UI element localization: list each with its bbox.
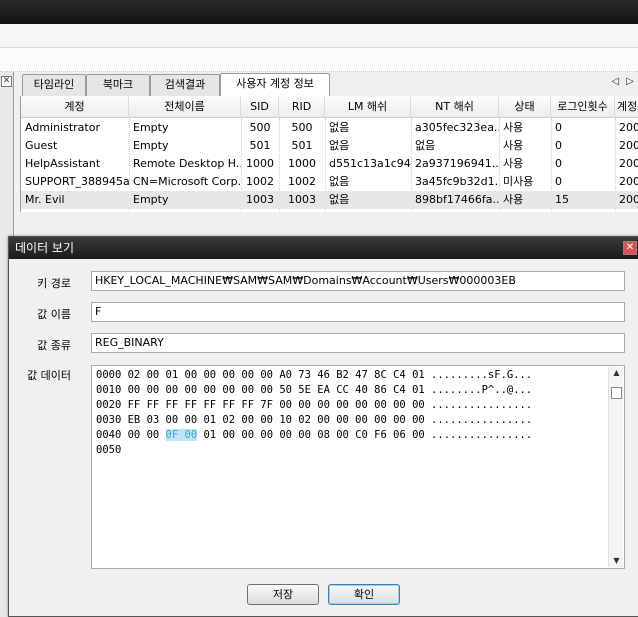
- cell-status: 사용: [503, 193, 524, 206]
- cell-rid: 1002: [288, 175, 316, 188]
- hex-line: 0040 00 00 0F 00 01 00 00 00 00 00 08 00…: [96, 429, 533, 441]
- toolbar: [0, 24, 638, 48]
- hex-data-view[interactable]: 0000 02 00 01 00 00 00 00 00 A0 73 46 B2…: [91, 365, 625, 569]
- column-header-status[interactable]: 상태: [499, 96, 551, 118]
- column-header-sid[interactable]: SID: [241, 96, 279, 118]
- cell-sid: 1000: [246, 157, 274, 170]
- cell-lm-hash: 없음: [329, 121, 350, 134]
- table-header: 계정 전체이름 SID RID LM 해쉬 NT 해쉬 상태 로그인횟수 계정: [21, 96, 638, 118]
- column-header-nt-hash[interactable]: NT 해쉬: [411, 96, 499, 118]
- table-row[interactable]: SUPPORT_388945a0 CN=Microsoft Corp... 10…: [21, 173, 638, 191]
- value-type-label: 값 종류: [37, 339, 71, 352]
- scroll-thumb[interactable]: [611, 387, 622, 399]
- cell-lm-hash: 없음: [329, 175, 350, 188]
- cell-status: 사용: [503, 139, 524, 152]
- cell-rid: 501: [291, 139, 313, 152]
- cell-sid: 500: [249, 121, 271, 134]
- value-name-field[interactable]: F: [91, 302, 625, 322]
- user-accounts-table: 계정 전체이름 SID RID LM 해쉬 NT 해쉬 상태 로그인횟수 계정 …: [20, 96, 638, 212]
- app-title-bar: [0, 0, 638, 24]
- tab-bar: 타임라인 북마크 검색결과 사용자 계정 정보 ◁ ▷: [16, 72, 638, 96]
- hex-line: 0030 EB 03 00 00 01 02 00 00 10 02 00 00…: [96, 414, 533, 426]
- cell-full-name: Remote Desktop H...: [133, 157, 241, 170]
- dialog-title: 데이터 보기: [9, 237, 638, 259]
- value-name-label: 값 이름: [37, 308, 71, 321]
- cell-status: 사용: [503, 121, 524, 134]
- table-row[interactable]: Administrator Empty 500 500 없음 a305fec32…: [21, 119, 638, 137]
- column-header-lm-hash[interactable]: LM 해쉬: [325, 96, 411, 118]
- dialog-close-icon[interactable]: ✕: [623, 241, 637, 255]
- table-row[interactable]: Guest Empty 501 501 없음 없음 사용 0 200: [21, 137, 638, 155]
- cell-lm-hash: 없음: [329, 139, 350, 152]
- cell-account: SUPPORT_388945a0: [25, 175, 129, 188]
- table-row[interactable]: HelpAssistant Remote Desktop H... 1000 1…: [21, 155, 638, 173]
- cell-sid: 501: [249, 139, 271, 152]
- cell-full-name: CN=Microsoft Corp...: [133, 175, 241, 188]
- cell-nt-hash: 2a937196941...: [415, 157, 499, 170]
- cell-lm-hash: d551c13a1c94...: [329, 157, 411, 170]
- menu-bar: [0, 48, 638, 72]
- cell-full-name: Empty: [133, 139, 169, 152]
- table-row-selected[interactable]: Mr. Evil Empty 1003 1003 없음 898bf17466fa…: [21, 191, 638, 209]
- cell-lm-hash: 없음: [329, 193, 350, 206]
- cell-nt-hash: 없음: [415, 139, 436, 152]
- cell-login-count: 0: [555, 139, 562, 152]
- tab-scroll-arrows-icon[interactable]: ◁ ▷: [611, 76, 636, 87]
- column-header-full-name[interactable]: 전체이름: [129, 96, 241, 118]
- cell-sid: 1003: [246, 193, 274, 206]
- scroll-down-icon[interactable]: ▼: [610, 555, 623, 567]
- hex-line: 0010 00 00 00 00 00 00 00 00 50 5E EA CC…: [96, 384, 533, 396]
- cell-login-count: 15: [555, 193, 569, 206]
- cell-nt-hash: 898bf17466fa...: [415, 193, 499, 206]
- cell-rid: 500: [291, 121, 313, 134]
- value-type-field[interactable]: REG_BINARY: [91, 333, 625, 353]
- column-header-rid[interactable]: RID: [279, 96, 325, 118]
- key-path-label: 키 경로: [37, 277, 71, 290]
- column-header-account-2[interactable]: 계정: [615, 96, 638, 118]
- ok-button[interactable]: 확인: [328, 584, 400, 605]
- cell-account: Mr. Evil: [25, 193, 65, 206]
- tab-user-account-info[interactable]: 사용자 계정 정보: [220, 73, 330, 96]
- tab-bookmarks[interactable]: 북마크: [86, 74, 150, 96]
- cell-full-name: Empty: [133, 193, 169, 206]
- tab-timeline[interactable]: 타임라인: [22, 74, 86, 96]
- cell-account: Administrator: [25, 121, 100, 134]
- save-button[interactable]: 저장: [247, 584, 319, 605]
- cell-account-2: 200: [619, 193, 638, 206]
- key-path-field[interactable]: HKEY_LOCAL_MACHINE₩SAM₩SAM₩Domains₩Accou…: [91, 271, 625, 291]
- cell-account-2: 200: [619, 121, 638, 134]
- cell-nt-hash: 3a45fc9b32d1...: [415, 175, 499, 188]
- cell-account: Guest: [25, 139, 58, 152]
- cell-sid: 1002: [246, 175, 274, 188]
- value-data-label: 값 데이터: [27, 369, 71, 382]
- cell-nt-hash: a305fec323ea...: [415, 121, 499, 134]
- cell-login-count: 0: [555, 121, 562, 134]
- column-header-account[interactable]: 계정: [21, 96, 129, 118]
- cell-full-name: Empty: [133, 121, 169, 134]
- left-panel-close-icon[interactable]: ✕: [1, 76, 12, 87]
- cell-login-count: 0: [555, 157, 562, 170]
- cell-status: 미사용: [503, 175, 534, 188]
- cell-login-count: 0: [555, 175, 562, 188]
- tab-search-results[interactable]: 검색결과: [150, 74, 220, 96]
- cell-account-2: 200: [619, 157, 638, 170]
- cell-account-2: 200: [619, 139, 638, 152]
- hex-line: 0000 02 00 01 00 00 00 00 00 A0 73 46 B2…: [96, 369, 533, 381]
- hex-line: 0050: [96, 444, 122, 456]
- hex-selection[interactable]: 0F 00: [165, 429, 198, 441]
- hex-line: 0020 FF FF FF FF FF FF FF 7F 00 00 00 00…: [96, 399, 533, 411]
- data-view-dialog: 데이터 보기 ✕ 키 경로 HKEY_LOCAL_MACHINE₩SAM₩SAM…: [8, 236, 638, 617]
- cell-status: 사용: [503, 157, 524, 170]
- cell-rid: 1000: [288, 157, 316, 170]
- cell-account: HelpAssistant: [25, 157, 101, 170]
- column-header-login-count[interactable]: 로그인횟수: [551, 96, 615, 118]
- hex-scrollbar[interactable]: ▲ ▼: [608, 367, 623, 567]
- scroll-up-icon[interactable]: ▲: [610, 367, 623, 379]
- cell-account-2: 200: [619, 175, 638, 188]
- cell-rid: 1003: [288, 193, 316, 206]
